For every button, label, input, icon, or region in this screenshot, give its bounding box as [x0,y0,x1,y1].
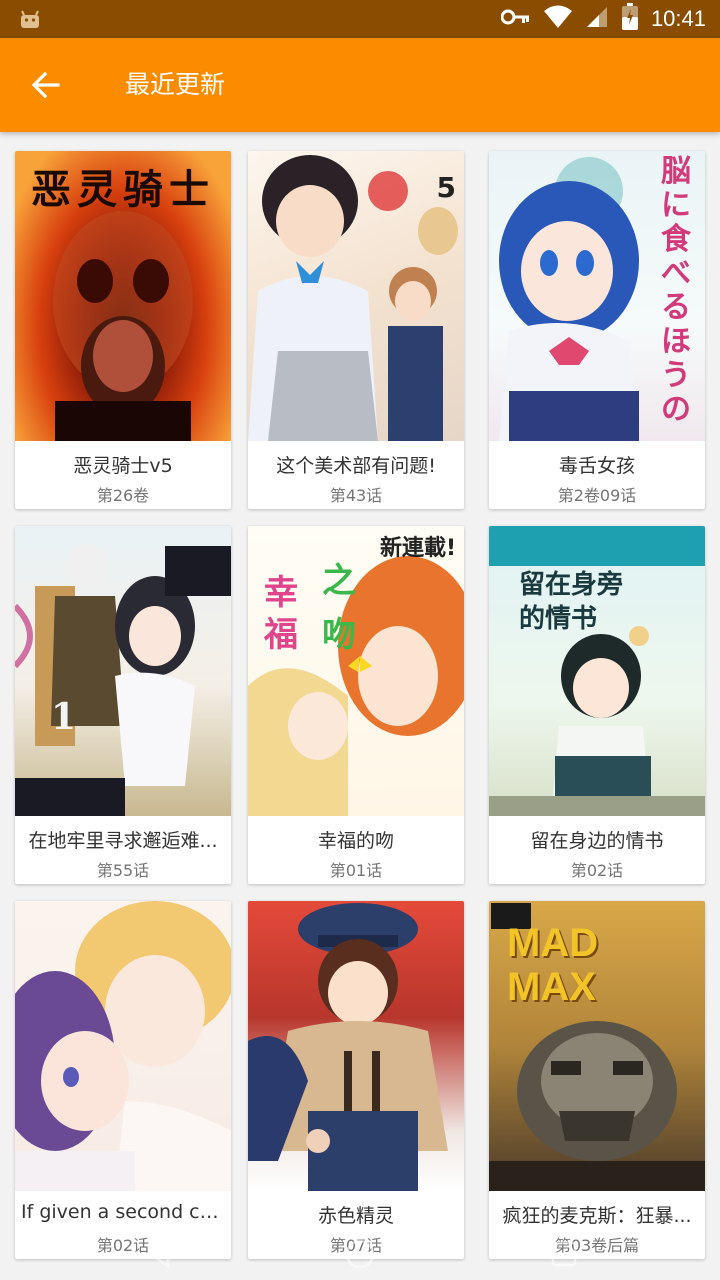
comic-card[interactable]: 幸 之 福 吻 新連載! 幸福的吻 第01话 [248,526,464,884]
battery-icon [621,3,639,35]
comic-cover [248,901,464,1191]
arrow-left-icon [31,71,60,99]
comic-chapter: 第02话 [96,1236,150,1255]
comic-title: 毒舌女孩 [558,455,635,477]
comic-chapter: 第02话 [570,861,624,880]
key-icon [500,8,531,30]
status-bar: 10:41 [0,0,720,38]
comic-card[interactable]: 留在身旁的情书 留在身边的情书 第02话 [489,526,705,884]
cover-text: 恶灵骑士 [31,167,215,213]
nav-home-icon[interactable] [342,1236,378,1272]
page-title: 最近更新 [125,70,226,99]
comic-chapter: 第55话 [96,861,150,880]
android-icon [18,7,42,31]
cover-text: 脳に食べるほうの [661,154,691,427]
comic-title: 留在身边的情书 [530,830,664,852]
nav-back-icon[interactable] [142,1236,178,1272]
svg-text:之: 之 [322,561,356,601]
comic-title: If given a second ch... [21,1201,225,1223]
comic-cover: 恶灵骑士 [15,151,231,441]
comic-card[interactable]: If given a second ch... 第02话 [15,901,231,1259]
comic-title: 幸福的吻 [317,830,394,852]
comic-title: 在地牢里寻求邂逅难... [28,830,218,852]
comic-chapter: 第2卷09话 [557,486,637,505]
comic-chapter: 第43话 [329,486,383,505]
svg-text:福: 福 [263,615,298,655]
cover-text: MAD MAX [507,921,599,1009]
comic-card[interactable]: 1 在地牢里寻求邂逅难... 第55话 [15,526,231,884]
comic-card[interactable]: 脳に食べるほうの 毒舌女孩 第2卷09话 [489,151,705,509]
comic-chapter: 第01话 [329,861,383,880]
status-time: 10:41 [650,6,706,31]
comic-card[interactable]: 恶灵骑士 恶灵骑士v5 第26卷 [15,151,231,509]
cover-text: 1 [51,696,77,738]
comic-title: 疯狂的麦克斯：狂暴... [502,1205,692,1227]
comic-cover: 1 [15,526,231,816]
comic-title: 赤色精灵 [317,1205,394,1227]
comic-chapter: 第03卷后篇 [554,1236,640,1255]
nav-recents-icon[interactable] [546,1236,582,1272]
signal-icon [585,5,609,33]
app-bar: 最近更新 [0,38,720,132]
comic-title: 恶灵骑士v5 [73,455,173,477]
comic-cover: 脳に食べるほうの [489,151,705,441]
comic-card[interactable]: 赤色精灵 第07话 [248,901,464,1259]
comic-card[interactable]: MAD MAX 疯狂的麦克斯：狂暴... 第03卷后篇 [489,901,705,1259]
back-button[interactable] [14,53,78,117]
comic-cover: 5 [248,151,464,441]
comic-cover: 留在身旁的情书 [489,526,705,816]
comic-chapter: 第26卷 [96,486,150,505]
comic-cover: 幸 之 福 吻 新連載! [248,526,464,816]
wifi-icon [543,5,573,33]
comic-grid: 恶灵骑士 恶灵骑士v5 第26卷 5 这个美术部有问题! 第43话 脳に食べるほ… [0,132,720,1280]
comic-title: 这个美术部有问题! [276,455,436,477]
cover-text: 新連載! [379,536,456,561]
svg-text:吻: 吻 [322,615,356,655]
cover-text: 5 [436,171,456,204]
cover-text: 留在身旁的情书 [519,570,624,634]
comic-cover [15,901,231,1191]
comic-cover: MAD MAX [489,901,705,1191]
svg-text:幸: 幸 [264,573,298,613]
comic-card[interactable]: 5 这个美术部有问题! 第43话 [248,151,464,509]
